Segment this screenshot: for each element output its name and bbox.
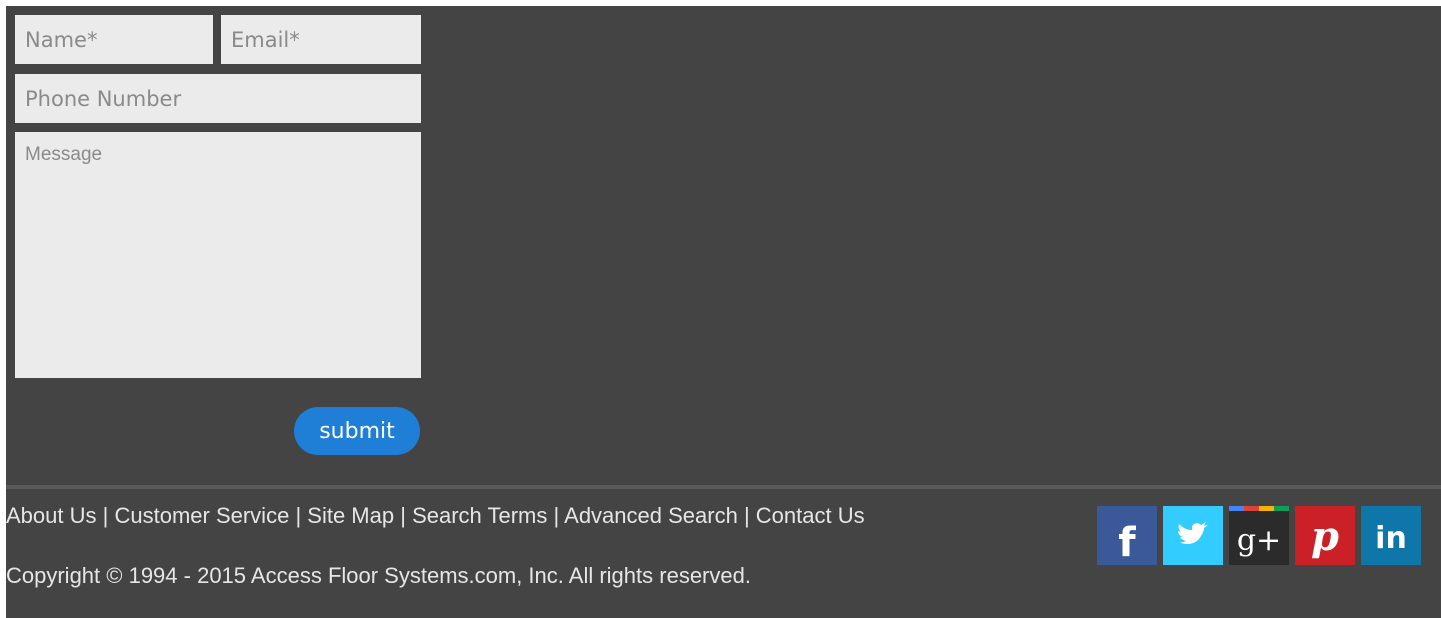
facebook-icon[interactable]: f <box>1097 506 1157 565</box>
pinterest-icon[interactable]: p <box>1295 506 1355 565</box>
message-field[interactable] <box>15 132 421 378</box>
footer-separator: | <box>743 503 750 528</box>
footer-divider <box>6 485 1441 489</box>
footer-link-site-map[interactable]: Site Map <box>307 503 394 528</box>
submit-button[interactable]: submit <box>294 407 420 455</box>
phone-field[interactable] <box>15 74 421 123</box>
twitter-icon[interactable] <box>1163 506 1223 565</box>
svg-text:p: p <box>1311 513 1339 560</box>
contact-section: submit About Us | Customer Service | Sit… <box>6 6 1441 618</box>
email-field[interactable] <box>221 15 421 64</box>
svg-text:in: in <box>1375 521 1407 556</box>
copyright-text: Copyright © 1994 - 2015 Access Floor Sys… <box>6 563 751 588</box>
footer-separator: | <box>295 503 302 528</box>
svg-text:f: f <box>1118 520 1136 565</box>
name-field[interactable] <box>15 15 213 64</box>
footer-separator: | <box>400 503 406 528</box>
footer-link-about-us[interactable]: About Us <box>6 503 97 528</box>
footer-link-advanced-search[interactable]: Advanced Search <box>564 503 738 528</box>
footer-separator: | <box>553 503 560 528</box>
footer-link-contact-us[interactable]: Contact Us <box>756 503 865 528</box>
footer-link-search-terms[interactable]: Search Terms <box>412 503 547 528</box>
footer-link-customer-service[interactable]: Customer Service <box>114 503 289 528</box>
footer-separator: | <box>102 503 109 528</box>
svg-text:g+: g+ <box>1237 523 1281 558</box>
linkedin-icon[interactable]: in <box>1361 506 1421 565</box>
google-plus-icon[interactable]: g+ <box>1229 506 1289 565</box>
footer-nav: About Us | Customer Service | Site Map |… <box>6 503 865 529</box>
social-links: f g+ p in <box>1097 506 1421 565</box>
